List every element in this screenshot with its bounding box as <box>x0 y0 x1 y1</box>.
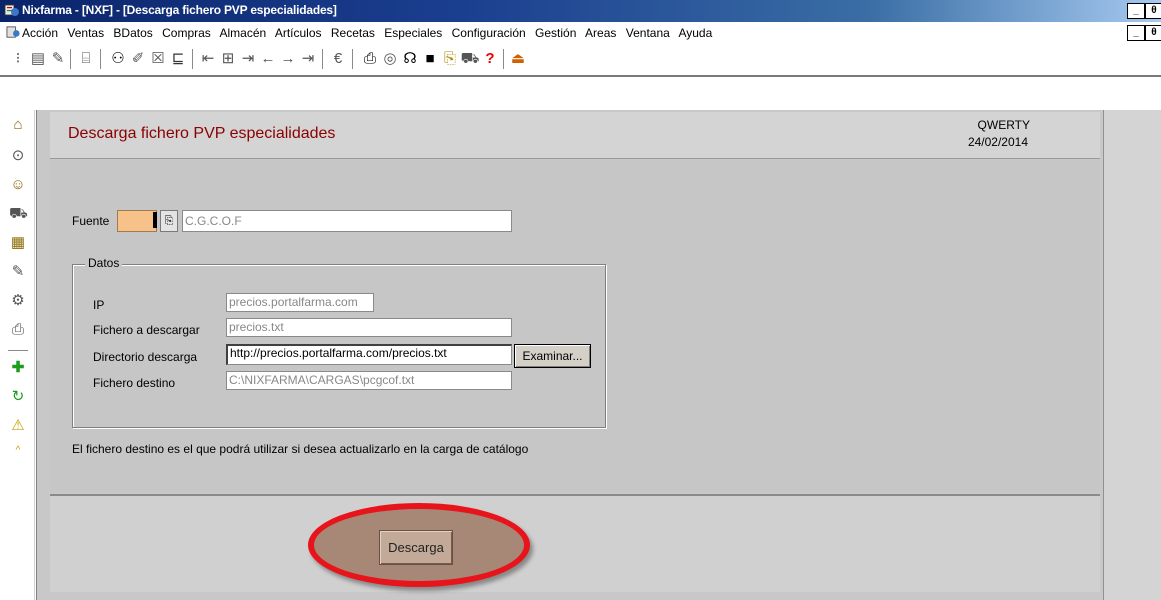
footer-panel <box>50 494 1100 592</box>
directorio-field[interactable]: http://precios.portalfarma.com/precios.t… <box>226 344 512 365</box>
fichero-field: precios.txt <box>226 318 512 337</box>
menu-ayuda[interactable]: Ayuda <box>678 26 712 40</box>
menu-ventana[interactable]: Ventana <box>626 26 670 40</box>
toolbar-separator <box>352 49 353 69</box>
collapse-arrow-icon[interactable]: ^ <box>9 442 27 460</box>
info-note: El fichero destino es el que podrá utili… <box>72 442 529 456</box>
title-bar: Nixfarma - [NXF] - [Descarga fichero PVP… <box>0 0 1161 22</box>
menu-recetas[interactable]: Recetas <box>331 26 375 40</box>
app-window-controls: _ θ X <box>1127 3 1161 19</box>
pencil-icon[interactable]: ✎ <box>9 263 27 281</box>
menu-bdatos[interactable]: BDatos <box>113 26 152 40</box>
refresh-icon[interactable]: ↻ <box>9 388 27 406</box>
archive-icon[interactable]: ⌸ <box>78 51 94 67</box>
examinar-button[interactable]: Examinar... <box>514 344 591 368</box>
right-pane <box>1103 110 1161 600</box>
document-icon <box>6 26 20 38</box>
print-icon[interactable]: ⎙ <box>362 51 378 67</box>
goto-icon[interactable]: ⇥ <box>240 51 256 67</box>
user-name: QWERTY <box>977 118 1030 132</box>
grid-icon[interactable]: ⊞ <box>220 51 236 67</box>
menu-areas[interactable]: Areas <box>585 26 616 40</box>
printer-icon[interactable]: ⎙ <box>9 321 27 339</box>
menu-almacen[interactable]: Almacén <box>219 26 266 40</box>
toolbar-separator <box>192 49 193 69</box>
lookup-icon: ⎘ <box>164 215 174 227</box>
binoculars-icon[interactable]: ⚇ <box>110 51 126 67</box>
pharmacy-cross-icon[interactable]: ✚ <box>9 359 27 377</box>
back-arrow-icon[interactable]: ← <box>260 51 276 67</box>
fuente-lookup-button[interactable]: ⎘ <box>160 210 178 232</box>
menu-articulos[interactable]: Artículos <box>275 26 322 40</box>
descarga-button[interactable]: Descarga <box>379 530 453 565</box>
toolbar-separator <box>100 49 101 69</box>
text-cursor <box>153 212 157 228</box>
warning-icon[interactable]: ⚠ <box>9 417 27 435</box>
sale-icon[interactable]: ⊙ <box>9 147 27 165</box>
page-header: Descarga fichero PVP especialidades QWER… <box>50 112 1100 159</box>
restore-button[interactable]: θ <box>1145 3 1161 19</box>
toolbar-separator <box>322 49 323 69</box>
toolbar-separator <box>70 49 71 69</box>
destino-label: Fichero destino <box>93 376 176 390</box>
menu-especiales[interactable]: Especiales <box>384 26 442 40</box>
stop-icon[interactable]: ■ <box>422 51 438 67</box>
toolbar: ⁝ ▤ ✎ ⌸ ⚇ ✐ ☒ ⊑ ⇤ ⊞ ⇥ ← → ⇥ € ⎙ ◎ ☊ ■ ⎘ … <box>0 43 1161 77</box>
headset-icon[interactable]: ☊ <box>402 51 418 67</box>
doc-restore-button[interactable]: θ <box>1145 25 1161 41</box>
doc-minimize-button[interactable]: _ <box>1127 25 1145 41</box>
edit-doc-icon[interactable]: ✎ <box>50 51 66 67</box>
grip-icon[interactable]: ⁝ <box>10 51 26 67</box>
menu-accion[interactable]: Acción <box>22 26 58 40</box>
customer-icon[interactable]: ☺ <box>9 176 27 194</box>
edit-record-icon[interactable]: ✐ <box>130 51 146 67</box>
directorio-label: Directorio descarga <box>93 350 198 364</box>
toolbar-separator <box>503 49 504 69</box>
menu-items: Acción Ventas BDatos Compras Almacén Art… <box>22 26 718 40</box>
delete-record-icon[interactable]: ☒ <box>150 51 166 67</box>
window-title: Nixfarma - [NXF] - [Descarga fichero PVP… <box>22 3 337 17</box>
first-record-icon[interactable]: ⇤ <box>200 51 216 67</box>
shopping-cart-icon[interactable]: ⛟ <box>9 205 28 223</box>
strip-separator <box>8 350 28 351</box>
preview-icon[interactable]: ◎ <box>382 51 398 67</box>
help-icon[interactable]: ? <box>482 51 498 67</box>
menu-configuracion[interactable]: Configuración <box>452 26 526 40</box>
fuente-label: Fuente <box>72 214 110 228</box>
menu-compras[interactable]: Compras <box>162 26 211 40</box>
fuente-code-input[interactable] <box>117 210 157 232</box>
report-icon[interactable]: ⎘ <box>442 51 458 67</box>
euro-icon[interactable]: € <box>330 51 346 67</box>
menu-bar: Acción Ventas BDatos Compras Almacén Art… <box>0 22 1161 43</box>
tools-icon[interactable]: ⚙ <box>9 292 27 310</box>
cart-icon[interactable]: ⛟ <box>461 51 480 67</box>
forward-arrow-icon[interactable]: → <box>280 51 296 67</box>
ip-field: precios.portalfarma.com <box>226 293 374 312</box>
document-window-controls: _ θ X <box>1127 25 1161 41</box>
minimize-button[interactable]: _ <box>1127 3 1145 19</box>
app-icon <box>4 4 19 16</box>
ip-label: IP <box>93 298 105 312</box>
fichero-label: Fichero a descargar <box>93 323 200 337</box>
menu-gestion[interactable]: Gestión <box>535 26 576 40</box>
page-title: Descarga fichero PVP especialidades <box>68 125 336 142</box>
last-record-icon[interactable]: ⇥ <box>300 51 316 67</box>
current-date: 24/02/2014 <box>967 135 1028 149</box>
menu-ventas[interactable]: Ventas <box>67 26 104 40</box>
upload-icon[interactable]: ⏏ <box>510 51 526 67</box>
fuente-name-field: C.G.C.O.F <box>182 210 512 232</box>
datos-legend: Datos <box>85 256 123 270</box>
destino-field: C:\NIXFARMA\CARGAS\pcgcof.txt <box>226 371 512 390</box>
warehouse-icon[interactable]: ▦ <box>9 234 27 252</box>
filter-icon[interactable]: ⊑ <box>170 51 186 67</box>
left-tool-strip: ⌂ ⊙ ☺ ⛟ ▦ ✎ ⚙ ⎙ ✚ ↻ ⚠ ^ <box>0 110 35 600</box>
list-icon[interactable]: ▤ <box>30 51 46 67</box>
cash-register-icon[interactable]: ⌂ <box>9 116 27 134</box>
